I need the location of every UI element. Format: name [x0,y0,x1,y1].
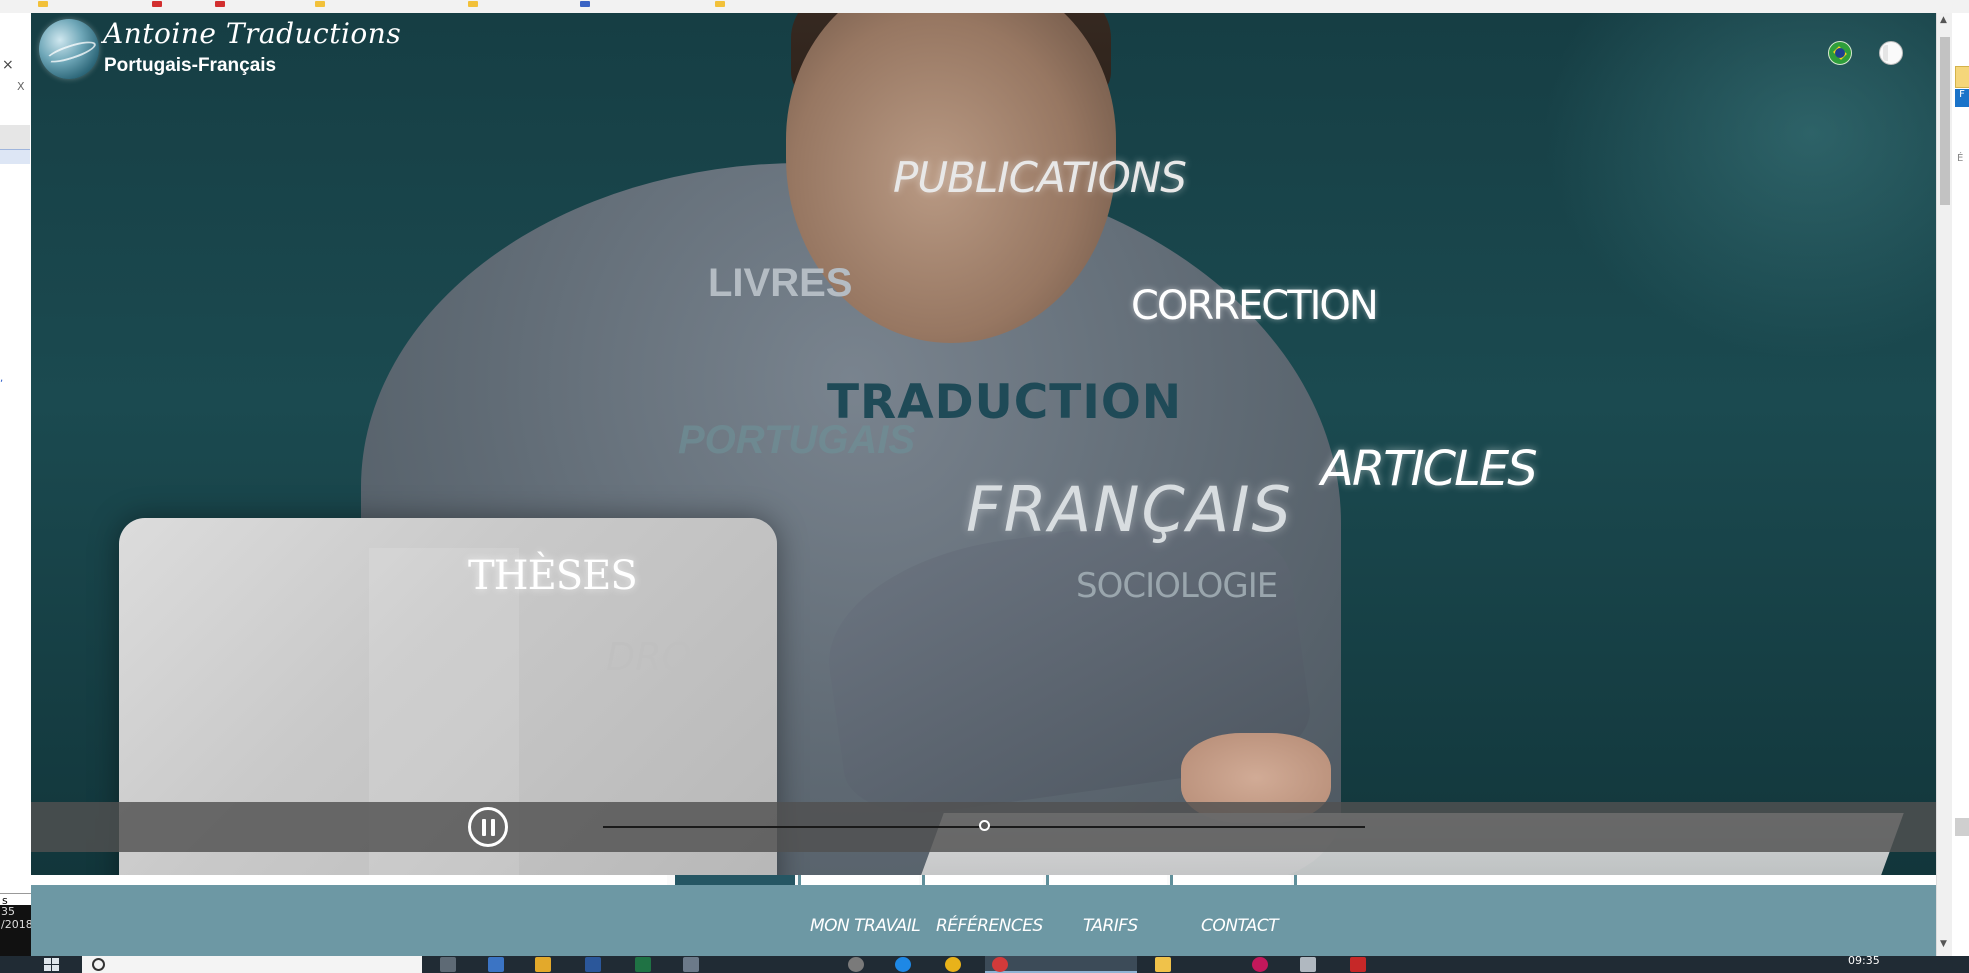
word-articles: ARTICLES [1321,441,1538,497]
os-taskbar: 09:35 [0,956,1969,973]
france-flag-icon[interactable] [1879,41,1903,65]
pause-button[interactable] [468,807,508,847]
app-icon[interactable] [848,957,864,972]
word-francais: FRANÇAIS [966,473,1293,546]
scroll-down-icon[interactable]: ▼ [1940,939,1947,949]
bookmark-folder-icon[interactable] [38,1,48,7]
folder-icon[interactable] [1955,66,1969,88]
hero-video[interactable]: Antoine Traductions Portugais-Français P… [31,13,1936,898]
nav-tab-slot [1046,875,1167,885]
globe-logo-icon[interactable] [39,19,99,79]
word-publications: PUBLICATIONS [893,153,1187,202]
app-icon[interactable] [683,957,699,972]
link-fragment[interactable]: , [0,373,3,384]
app-icon[interactable] [1350,957,1366,972]
bookmark-folder-icon[interactable] [315,1,325,7]
scrollbar-thumb[interactable] [1940,37,1950,205]
browser-bookmarks-bar [0,0,1969,14]
app-icon[interactable] [488,957,504,972]
file-explorer-icon[interactable] [1155,957,1171,972]
bookmark-folder-icon[interactable] [468,1,478,7]
seek-handle[interactable] [978,820,990,831]
website-viewport: Antoine Traductions Portugais-Français P… [31,13,1936,956]
brand-title[interactable]: Antoine Traductions [103,17,401,50]
clock-time: 35 [1,905,15,918]
app-icon[interactable] [895,957,911,972]
word-livres: LIVRES [708,261,853,305]
page-scrollbar[interactable]: ▲ ▼ [1936,13,1953,956]
word-droit: DROIT [606,635,726,679]
word-app-icon[interactable] [585,957,601,972]
close-icon[interactable]: × [2,57,14,73]
nav-tab-slot [1294,875,1936,885]
app-icon[interactable] [1300,957,1316,972]
toolbar-strip [0,125,30,149]
word-theses: THÈSES [468,553,638,599]
excel-app-icon[interactable] [635,957,651,972]
nav-item-mon-travail[interactable]: MON TRAVAIL [810,916,921,936]
brazil-flag-icon[interactable] [1828,41,1852,65]
windows-start-icon[interactable] [44,958,60,972]
browser-app-icon[interactable] [992,957,1008,972]
bookmark-icon[interactable] [215,1,225,7]
word-traduction: TRADUCTION [827,375,1183,430]
clock-date: /2018 [1,918,33,931]
clock-fragment: 35 /2018 [0,905,33,957]
search-icon [92,958,105,971]
nav-item-contact[interactable]: CONTACT [1201,916,1279,936]
app-icon[interactable] [535,957,551,972]
window-text-fragment: É [1957,153,1964,164]
close-small-icon[interactable]: X [17,80,25,93]
nav-tab-slot [1170,875,1291,885]
window-button[interactable]: F [1955,89,1969,107]
nav-tab-active-indicator [675,875,795,885]
nav-item-references[interactable]: RÉFÉRENCES [936,916,1043,936]
pause-icon [482,819,495,836]
window-control[interactable] [1955,818,1969,836]
background-window-left: × X , s [0,13,32,956]
scroll-up-icon[interactable]: ▲ [1940,15,1947,25]
chrome-app-icon[interactable] [945,957,961,972]
selected-row[interactable] [0,149,30,164]
word-correction: CORRECTION [1131,283,1379,329]
bookmark-icon[interactable] [152,1,162,7]
nav-tab-slot [798,875,919,885]
taskbar-search[interactable] [82,956,422,973]
nav-item-tarifs[interactable]: TARIFS [1083,916,1138,936]
app-icon[interactable] [1252,957,1268,972]
nav-tab-slot [31,875,667,885]
bookmark-icon[interactable] [580,1,590,7]
background-window-right: F É [1952,13,1969,956]
bookmark-folder-icon[interactable] [715,1,725,7]
brand-subtitle[interactable]: Portugais-Français [104,55,276,77]
taskbar-clock[interactable]: 09:35 [1848,956,1880,967]
task-view-icon[interactable] [440,957,456,972]
nav-tab-slot [922,875,1043,885]
word-sociologie: SOCIOLOGIE [1076,566,1278,606]
video-controls [31,802,1936,852]
